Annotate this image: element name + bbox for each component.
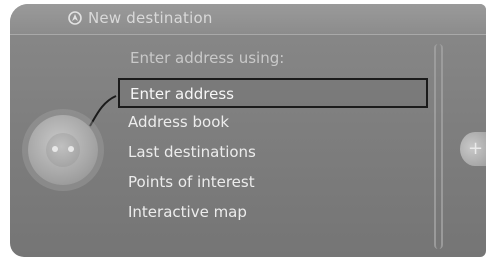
menu-item-interactive-map[interactable]: Interactive map [118,198,428,228]
controller-knob[interactable] [28,115,98,185]
menu-item-points-of-interest[interactable]: Points of interest [118,168,428,198]
destination-menu: Enter address Address book Last destinat… [118,78,428,228]
menu-item-address-book[interactable]: Address book [118,108,428,138]
menu-item-last-destinations[interactable]: Last destinations [118,138,428,168]
page-title: New destination [88,9,213,27]
scroll-indicator [434,44,443,249]
controller-center-button[interactable] [46,133,80,167]
menu-item-enter-address[interactable]: Enter address [118,78,428,108]
controller-left-dot-icon [52,146,58,152]
idrive-screen: New destination Enter address using: Ent… [10,4,486,257]
navigation-icon [68,11,82,25]
right-side-knob[interactable]: + [460,132,486,166]
menu-prompt: Enter address using: [130,49,285,67]
controller-right-dot-icon [68,146,74,152]
plus-icon: + [468,138,484,159]
selection-pointer-line [89,95,117,127]
header-bar: New destination [10,4,486,35]
